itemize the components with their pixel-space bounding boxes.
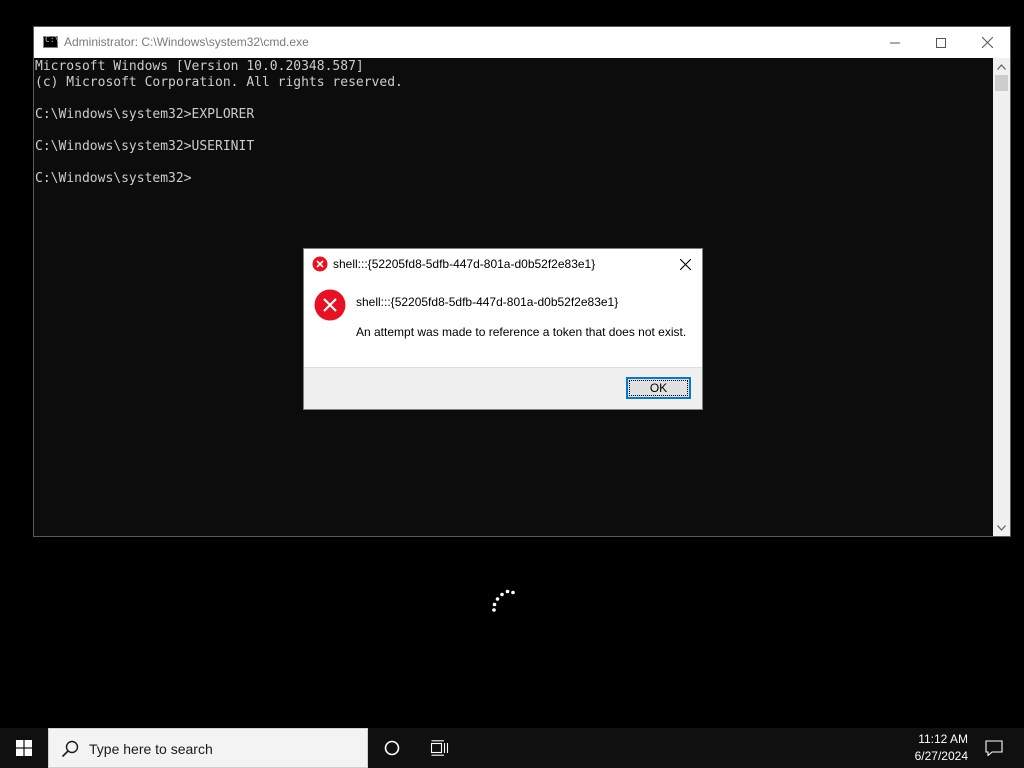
error-icon: [312, 256, 328, 272]
desktop: C:\ Administrator: C:\Windows\system32\c…: [0, 0, 1024, 728]
maximize-icon: [936, 37, 946, 48]
dialog-heading: shell:::{52205fd8-5dfb-447d-801a-d0b52f2…: [356, 295, 619, 309]
task-view-button[interactable]: [416, 728, 464, 768]
close-button[interactable]: [964, 27, 1010, 58]
task-view-icon: [431, 740, 449, 756]
chevron-up-icon: [997, 63, 1006, 70]
scrollbar-thumb[interactable]: [995, 75, 1008, 91]
cmd-window-title: Administrator: C:\Windows\system32\cmd.e…: [64, 35, 309, 49]
cmd-icon-glyph: C:\: [45, 35, 60, 44]
scroll-down-button[interactable]: [993, 519, 1010, 536]
dialog-close-button[interactable]: [670, 250, 700, 278]
dialog-titlebar[interactable]: shell:::{52205fd8-5dfb-447d-801a-d0b52f2…: [304, 249, 702, 279]
console-line: C:\Windows\system32>USERINIT: [35, 139, 255, 154]
search-icon: [61, 740, 79, 758]
minimize-icon: [890, 42, 900, 43]
minimize-button[interactable]: [872, 27, 918, 58]
clock-time: 11:12 AM: [918, 732, 968, 746]
notification-center-button[interactable]: [976, 728, 1012, 768]
loading-spinner-icon: [492, 589, 515, 612]
search-input[interactable]: Type here to search: [89, 741, 213, 757]
dialog-title: shell:::{52205fd8-5dfb-447d-801a-d0b52f2…: [333, 257, 596, 271]
taskbar: Type here to search 11:12 AM 6/27/2024: [0, 728, 1024, 768]
vertical-scrollbar[interactable]: [993, 58, 1010, 536]
chevron-down-icon: [997, 524, 1006, 531]
cmd-icon: C:\: [43, 35, 60, 48]
close-icon: [981, 37, 993, 48]
maximize-button[interactable]: [918, 27, 964, 58]
dialog-message: An attempt was made to reference a token…: [356, 325, 687, 339]
console-line: Microsoft Windows [Version 10.0.20348.58…: [35, 59, 364, 74]
search-box[interactable]: Type here to search: [48, 728, 368, 768]
scroll-up-button[interactable]: [993, 58, 1010, 75]
error-dialog[interactable]: shell:::{52205fd8-5dfb-447d-801a-d0b52f2…: [303, 248, 703, 410]
dialog-footer: OK: [304, 367, 702, 409]
cmd-titlebar[interactable]: C:\ Administrator: C:\Windows\system32\c…: [34, 27, 1010, 58]
clock-date: 6/27/2024: [914, 749, 968, 763]
cortana-button[interactable]: [368, 728, 416, 768]
error-icon: [314, 289, 346, 321]
console-line: C:\Windows\system32>EXPLORER: [35, 107, 255, 122]
cortana-icon: [384, 740, 400, 756]
system-clock[interactable]: 11:12 AM 6/27/2024: [888, 731, 968, 765]
ok-button[interactable]: OK: [626, 377, 691, 399]
console-line: (c) Microsoft Corporation. All rights re…: [35, 75, 403, 90]
close-icon: [679, 258, 691, 270]
notification-icon: [985, 740, 1003, 756]
focus-ring: [629, 380, 688, 396]
start-button[interactable]: [0, 728, 48, 768]
console-prompt-line: C:\Windows\system32>: [35, 171, 192, 186]
windows-logo-icon: [16, 740, 32, 756]
